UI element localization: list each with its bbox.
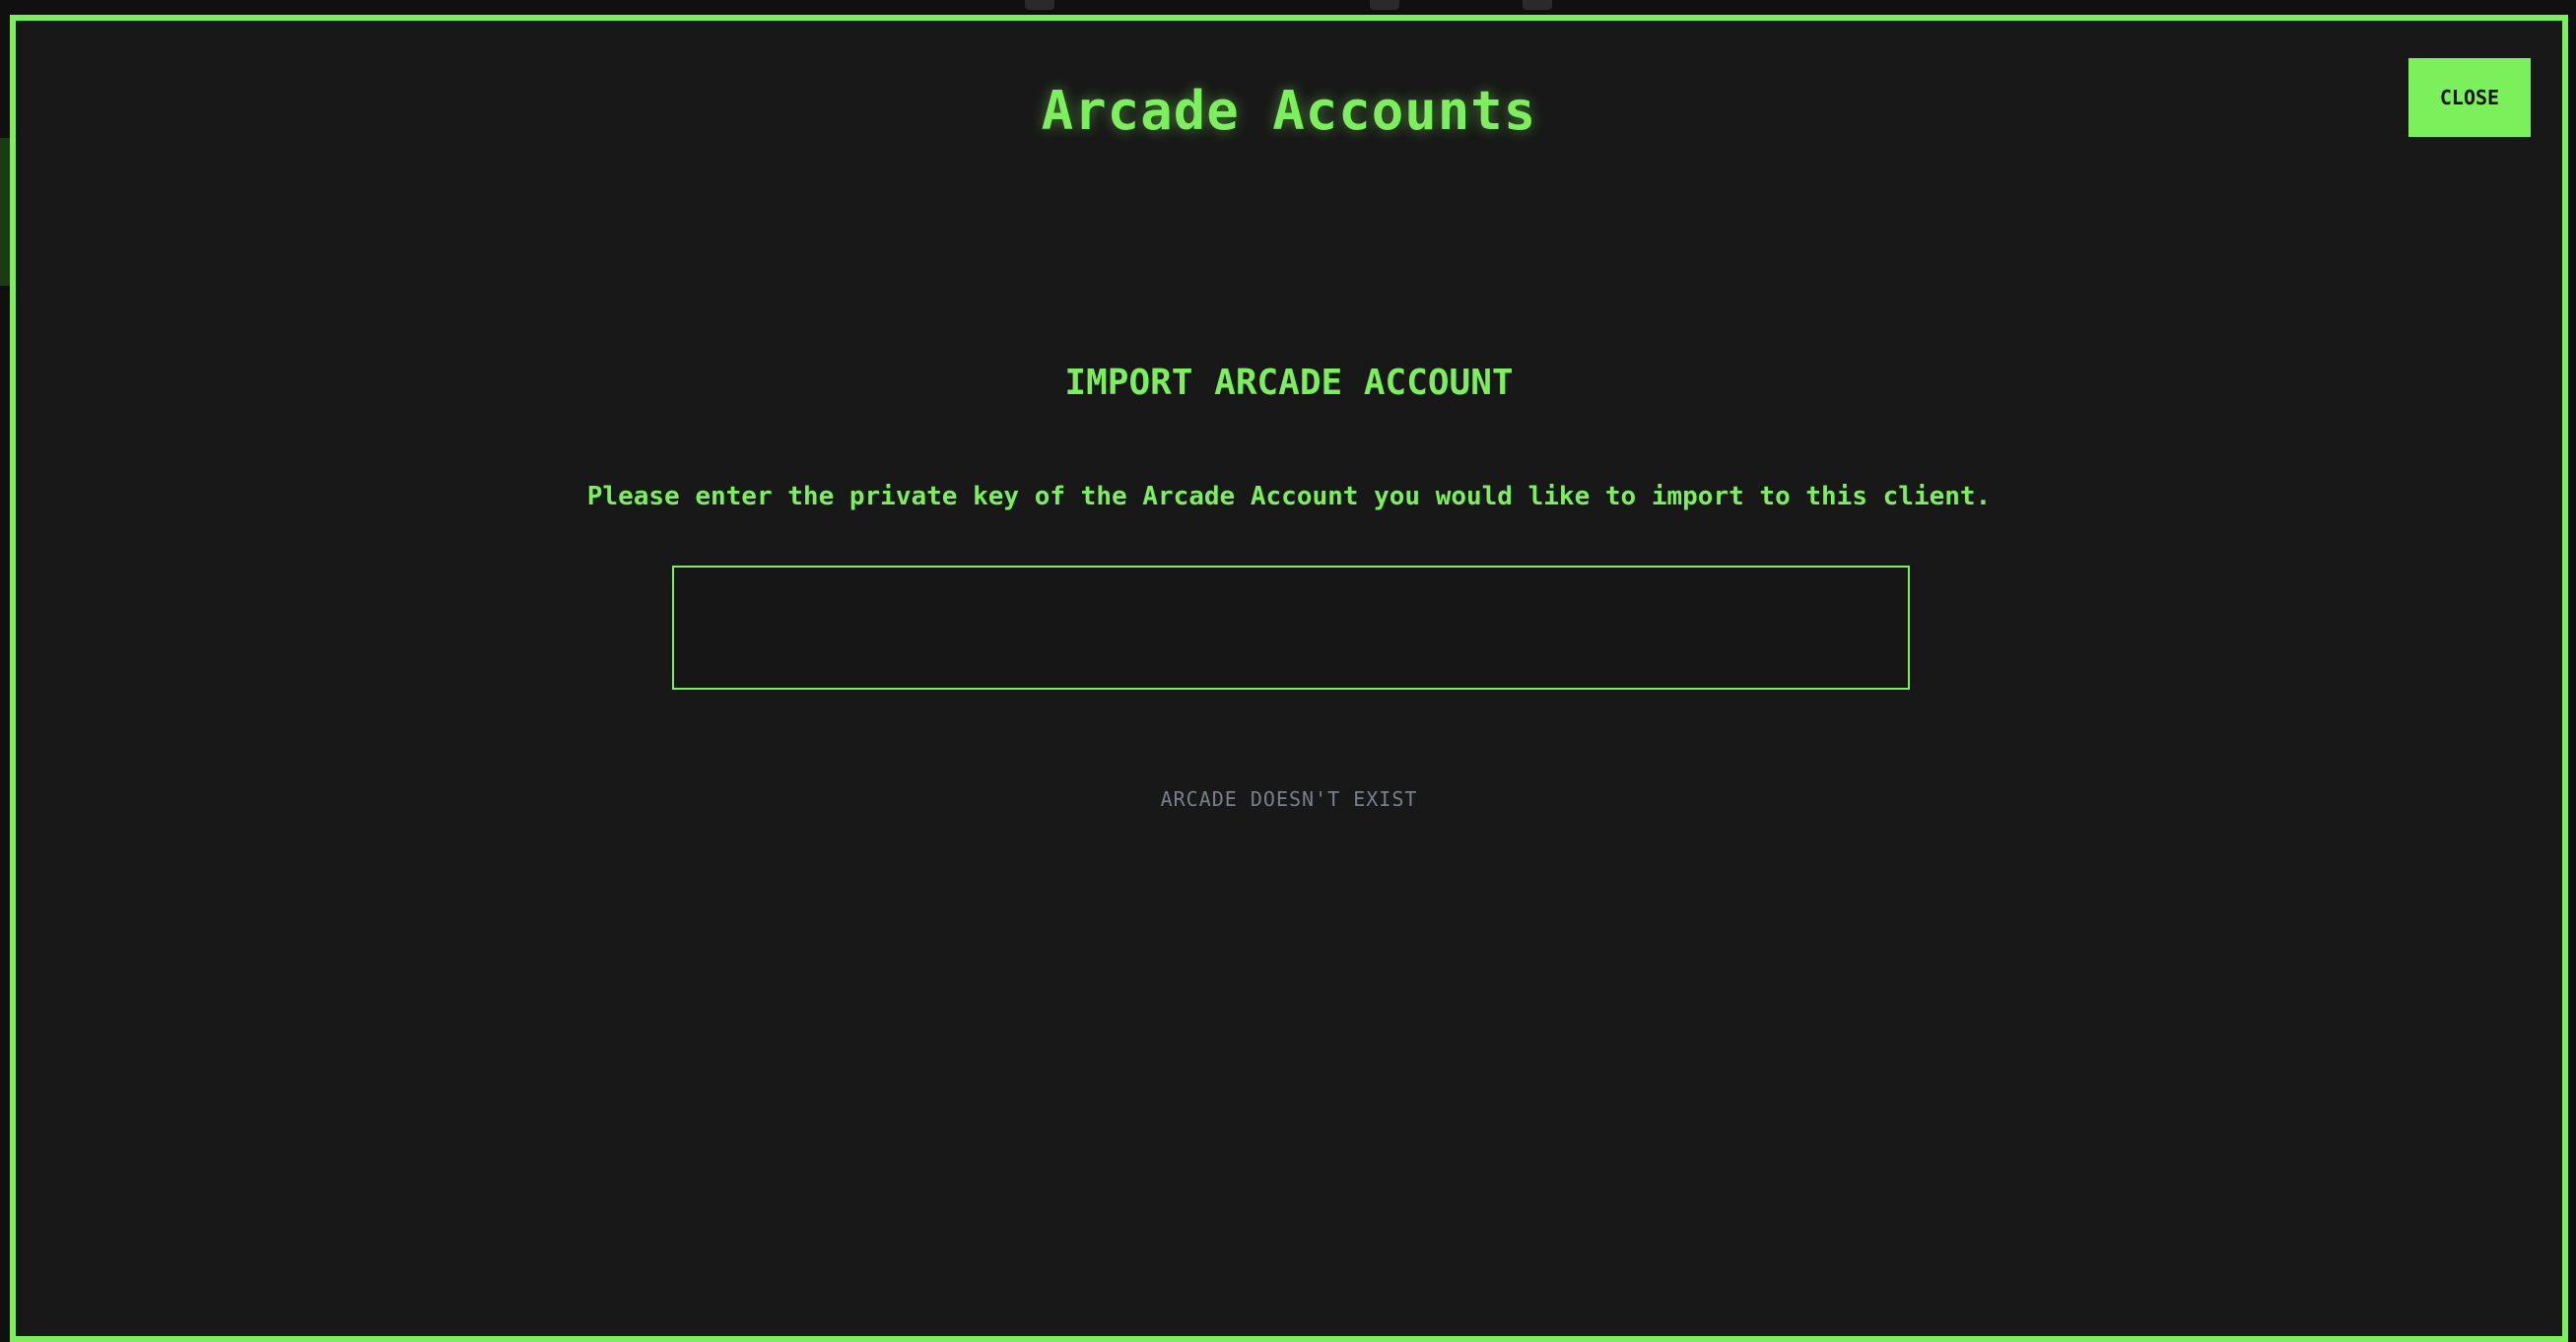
background-icon [1523,0,1552,10]
arcade-accounts-modal: Arcade Accounts CLOSE IMPORT ARCADE ACCO… [10,15,2568,1342]
background-icon [1025,0,1054,10]
modal-title: Arcade Accounts [1041,80,1537,142]
private-key-input[interactable] [672,566,1910,690]
background-icon [1370,0,1399,10]
close-button[interactable]: CLOSE [2408,58,2531,137]
status-message: ARCADE DOESN'T EXIST [1160,787,1418,811]
import-account-heading: IMPORT ARCADE ACCOUNT [1064,363,1514,403]
import-instructions: Please enter the private key of the Arca… [586,482,1992,511]
